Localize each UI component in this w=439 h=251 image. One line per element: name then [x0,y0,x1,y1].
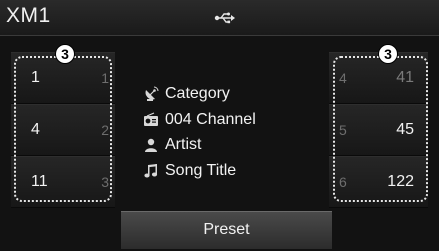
channel-label: 004 Channel [165,111,256,128]
source-title: XM1 [6,4,51,27]
callout-marker: 3 [378,44,398,64]
radio-icon [144,112,158,126]
usb-icon [214,12,235,24]
title-bar: XM1 [0,0,439,36]
song-title-label: Song Title [165,162,237,179]
satellite-icon [145,86,159,101]
category-label: Category [165,85,230,102]
artist-icon [145,138,157,152]
artist-label: Artist [165,136,202,153]
callout-marker: 3 [55,44,75,64]
callout-outline-right [333,56,428,202]
radio-screen: XM1 1 1 4 2 11 3 4 41 5 45 6 122 3 3 Cat… [0,0,439,251]
callout-outline-left [14,56,112,202]
music-note-icon [144,164,158,178]
preset-button[interactable]: Preset [121,211,332,249]
